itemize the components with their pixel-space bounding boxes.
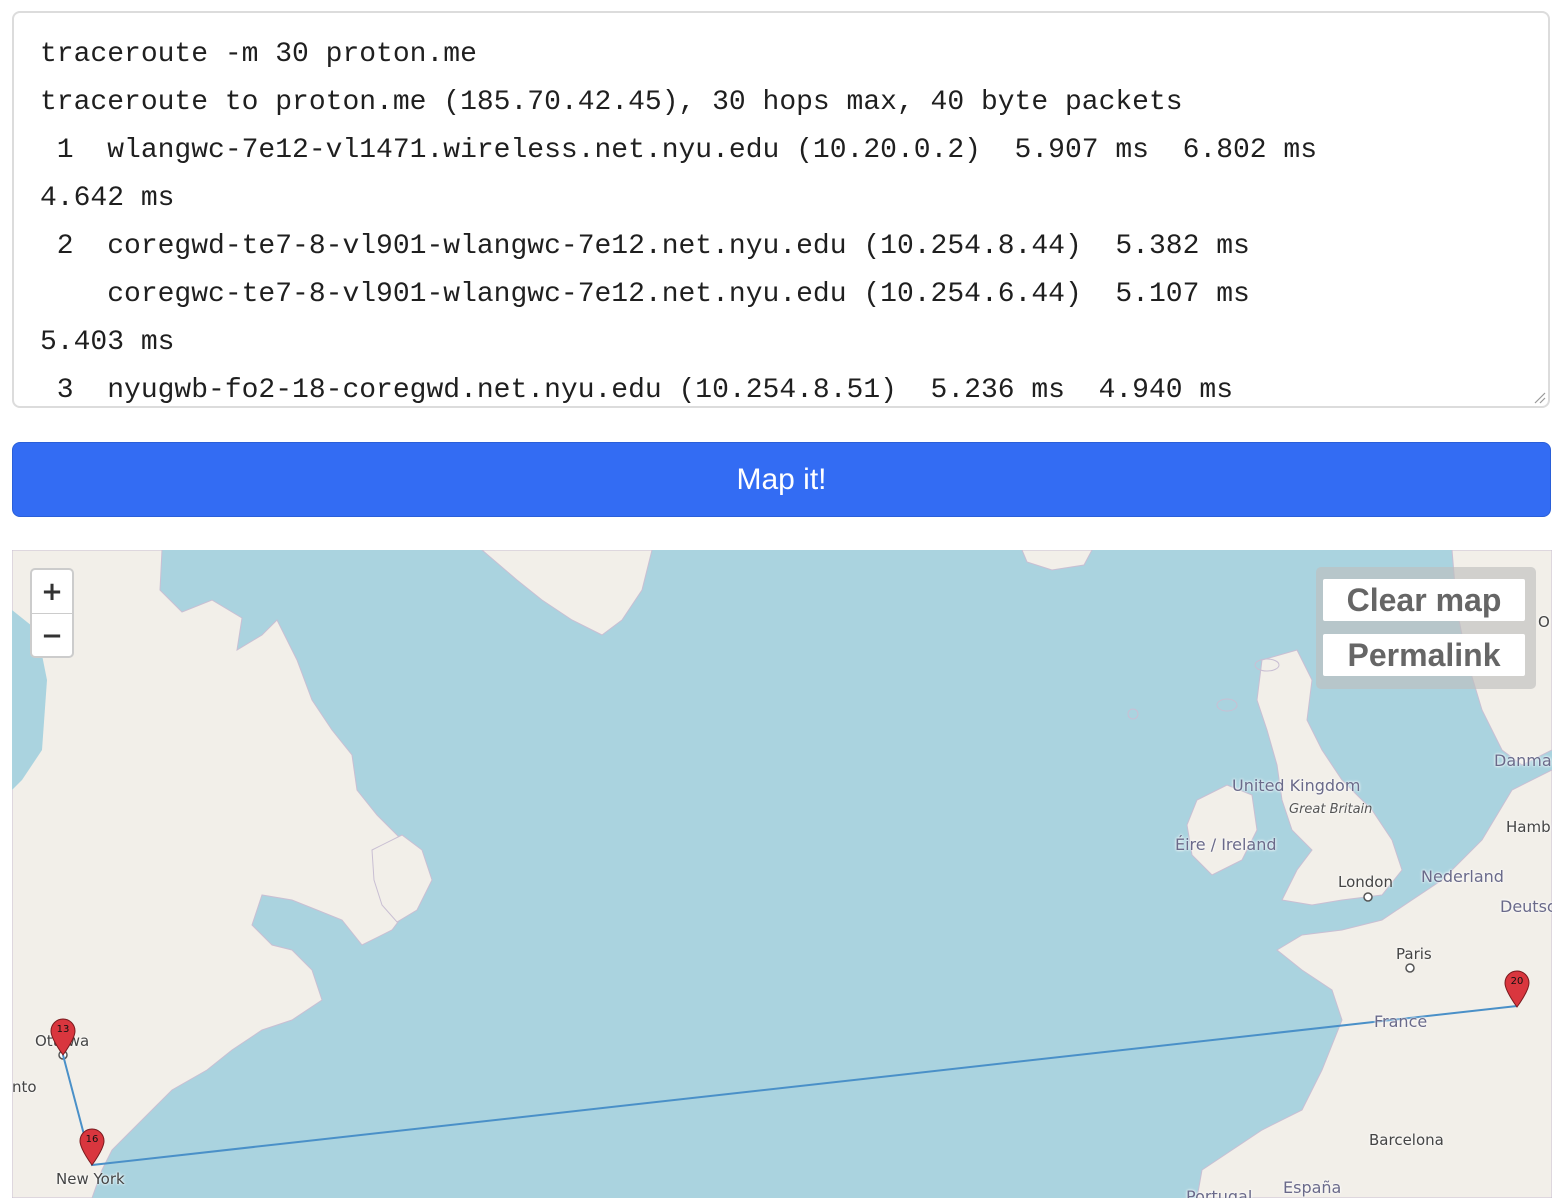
greenland-land [481, 550, 653, 636]
label-paris: Paris [1396, 945, 1432, 963]
resize-handle-icon[interactable] [1532, 390, 1546, 404]
label-oslo: O [1538, 613, 1550, 631]
label-danmark: Danma [1494, 751, 1552, 770]
traceroute-textarea[interactable]: traceroute -m 30 proton.me traceroute to… [12, 11, 1550, 408]
map-controls-panel: Clear map Permalink [1316, 567, 1536, 689]
label-great-britain: Great Britain [1289, 802, 1373, 817]
label-france: France [1374, 1012, 1428, 1031]
permalink-button[interactable]: Permalink [1323, 634, 1525, 676]
label-new-york: New York [56, 1170, 125, 1188]
label-london: London [1338, 873, 1393, 891]
label-hamburg: Hamb [1506, 818, 1551, 836]
label-espana: España [1283, 1178, 1342, 1197]
label-nederland: Nederland [1421, 867, 1504, 886]
iceland-land [1021, 550, 1093, 571]
hop-marker-16[interactable]: 16 [79, 1128, 105, 1166]
label-deutschland: Deutsc [1500, 897, 1552, 916]
route-map[interactable]: United Kingdom Great Britain Éire / Irel… [12, 550, 1552, 1198]
label-ireland: Éire / Ireland [1175, 835, 1277, 854]
label-portugal: Portugal [1186, 1187, 1253, 1198]
map-it-button[interactable]: Map it! [12, 442, 1551, 517]
label-barcelona: Barcelona [1369, 1131, 1444, 1149]
label-toronto: nto [12, 1078, 37, 1096]
hop-marker-20[interactable]: 20 [1504, 970, 1530, 1008]
ireland-land [1186, 784, 1258, 876]
zoom-out-button[interactable]: − [32, 614, 72, 657]
zoom-in-button[interactable]: + [32, 570, 72, 614]
hop-marker-13[interactable]: 13 [50, 1018, 76, 1056]
clear-map-button[interactable]: Clear map [1323, 579, 1525, 621]
traceroute-output[interactable]: traceroute -m 30 proton.me traceroute to… [40, 31, 1540, 406]
label-united-kingdom: United Kingdom [1232, 776, 1361, 795]
zoom-control: + − [30, 568, 74, 658]
